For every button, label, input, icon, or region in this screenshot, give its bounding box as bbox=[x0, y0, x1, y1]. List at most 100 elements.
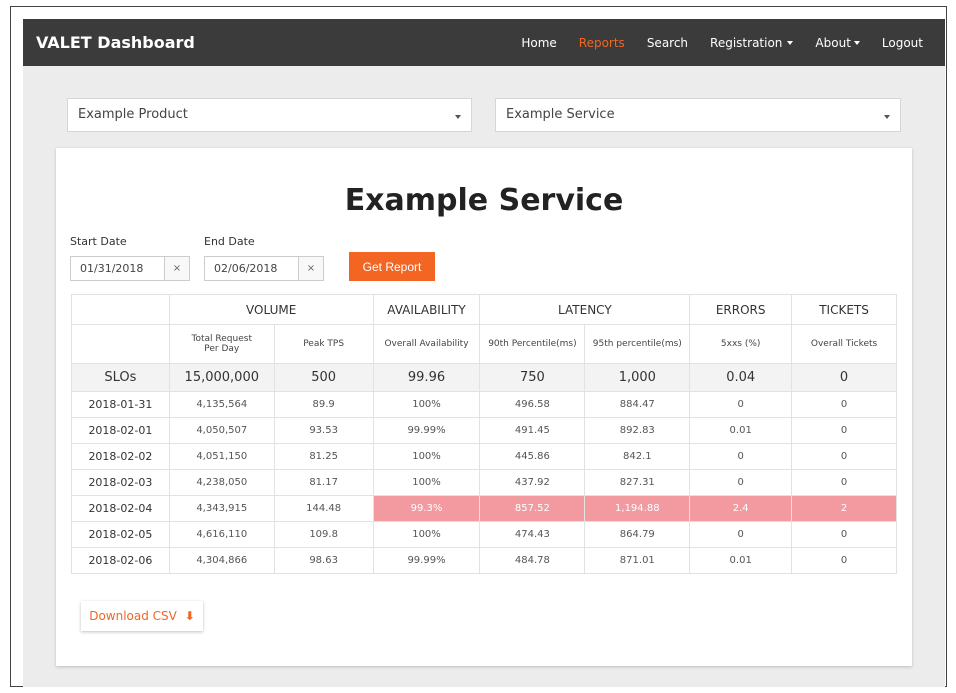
table-row: 2018-02-03 4,238,050 81.17 100% 437.92 8… bbox=[71, 469, 897, 496]
table-cell: 2018-02-06 bbox=[71, 547, 170, 574]
table-cell: 484.78 bbox=[479, 547, 586, 574]
table-cell: 100% bbox=[372, 443, 481, 470]
column-header-row: Total Request Per Day Peak TPS Overall A… bbox=[71, 324, 897, 364]
nav-about-label: About bbox=[815, 35, 851, 50]
table-cell: 445.86 bbox=[479, 443, 586, 470]
nav-logout[interactable]: Logout bbox=[882, 36, 923, 50]
nav-home[interactable]: Home bbox=[521, 36, 556, 50]
table-cell: 109.8 bbox=[273, 521, 374, 548]
violation-cell: 2 bbox=[791, 495, 897, 522]
chevron-down-icon bbox=[455, 115, 461, 119]
download-csv-button[interactable]: Download CSV ⬇ bbox=[81, 601, 203, 631]
table-cell: 98.63 bbox=[273, 547, 374, 574]
table-cell: 437.92 bbox=[479, 469, 586, 496]
table-cell: 100% bbox=[372, 521, 481, 548]
table-cell: 750 bbox=[479, 363, 586, 392]
column-header: Peak TPS bbox=[273, 324, 374, 364]
navbar: VALET Dashboard Home Reports Search Regi… bbox=[23, 19, 945, 66]
product-select-value: Example Product bbox=[78, 107, 188, 122]
table-cell: 4,238,050 bbox=[168, 469, 275, 496]
table-cell: 0.01 bbox=[689, 417, 793, 444]
table-cell: 100% bbox=[372, 469, 481, 496]
table-cell: 2018-02-05 bbox=[71, 521, 170, 548]
table-cell: 0 bbox=[689, 469, 793, 496]
product-select[interactable]: Example Product bbox=[67, 98, 472, 132]
table-cell: 0.01 bbox=[689, 547, 793, 574]
nav-registration-label: Registration bbox=[710, 35, 783, 50]
table-cell: 0 bbox=[791, 547, 897, 574]
table-cell: 99.96 bbox=[372, 363, 481, 392]
end-date-label: End Date bbox=[204, 235, 255, 248]
group-header: AVAILABILITY bbox=[372, 294, 481, 325]
table-cell: 0 bbox=[689, 391, 793, 418]
table-cell: 1,000 bbox=[584, 363, 691, 392]
table-cell: 500 bbox=[273, 363, 374, 392]
table-cell: 0.04 bbox=[689, 363, 793, 392]
table-cell: 0 bbox=[791, 391, 897, 418]
table-cell: 144.48 bbox=[273, 495, 374, 522]
table-cell: 491.45 bbox=[479, 417, 586, 444]
table-row: 2018-02-06 4,304,866 98.63 99.99% 484.78… bbox=[71, 547, 897, 574]
end-date-clear-icon[interactable]: × bbox=[299, 256, 324, 281]
nav-search[interactable]: Search bbox=[647, 36, 688, 50]
table-cell: 892.83 bbox=[584, 417, 691, 444]
column-header: 5xxs (%) bbox=[689, 324, 793, 364]
nav-registration[interactable]: Registration bbox=[710, 35, 794, 50]
table-row: 2018-01-31 4,135,564 89.9 100% 496.58 88… bbox=[71, 391, 897, 418]
table-cell: 4,050,507 bbox=[168, 417, 275, 444]
table-cell: 100% bbox=[372, 391, 481, 418]
nav-reports[interactable]: Reports bbox=[579, 36, 625, 50]
app-brand[interactable]: VALET Dashboard bbox=[36, 33, 195, 52]
table-cell: 89.9 bbox=[273, 391, 374, 418]
chevron-down-icon bbox=[853, 41, 860, 45]
table-cell: 0 bbox=[689, 443, 793, 470]
start-date-input[interactable]: 01/31/2018 bbox=[70, 256, 165, 281]
table-cell: 99.99% bbox=[372, 547, 481, 574]
table-cell: 0 bbox=[791, 363, 897, 392]
nav-links: Home Reports Search Registration About L… bbox=[521, 19, 945, 66]
table-cell: SLOs bbox=[71, 363, 170, 392]
table-cell: 4,304,866 bbox=[168, 547, 275, 574]
slo-row: SLOs 15,000,000 500 99.96 750 1,000 0.04… bbox=[71, 363, 897, 392]
table-cell: 81.17 bbox=[273, 469, 374, 496]
chevron-down-icon bbox=[884, 115, 890, 119]
table-cell: 4,616,110 bbox=[168, 521, 275, 548]
violation-cell: 857.52 bbox=[479, 495, 586, 522]
table-cell: 864.79 bbox=[584, 521, 691, 548]
table-cell: 0 bbox=[791, 417, 897, 444]
column-header: Total Request Per Day bbox=[168, 324, 275, 364]
get-report-button[interactable]: Get Report bbox=[349, 252, 435, 281]
table-cell: 2018-02-04 bbox=[71, 495, 170, 522]
table-cell: 4,343,915 bbox=[168, 495, 275, 522]
table-cell: 0 bbox=[791, 443, 897, 470]
table-cell: 0 bbox=[791, 521, 897, 548]
service-select[interactable]: Example Service bbox=[495, 98, 901, 132]
download-arrow-icon: ⬇ bbox=[184, 609, 195, 623]
start-date-label: Start Date bbox=[70, 235, 127, 248]
table-cell: 0 bbox=[791, 469, 897, 496]
table-row-violation: 2018-02-04 4,343,915 144.48 99.3% 857.52… bbox=[71, 495, 897, 522]
start-date-clear-icon[interactable]: × bbox=[165, 256, 190, 281]
table-cell: 81.25 bbox=[273, 443, 374, 470]
table-cell: 2018-01-31 bbox=[71, 391, 170, 418]
column-header: Overall Availability bbox=[372, 324, 481, 364]
table-cell: 99.99% bbox=[372, 417, 481, 444]
report-card: Example Service Start Date 01/31/2018 × … bbox=[56, 148, 912, 666]
empty-header bbox=[71, 294, 170, 325]
table-cell: 884.47 bbox=[584, 391, 691, 418]
table-row: 2018-02-05 4,616,110 109.8 100% 474.43 8… bbox=[71, 521, 897, 548]
nav-about[interactable]: About bbox=[815, 35, 860, 50]
group-header-row: VOLUME AVAILABILITY LATENCY ERRORS TICKE… bbox=[71, 294, 897, 325]
table-cell: 4,051,150 bbox=[168, 443, 275, 470]
table-cell: 2018-02-02 bbox=[71, 443, 170, 470]
table-cell: 4,135,564 bbox=[168, 391, 275, 418]
group-header: TICKETS bbox=[791, 294, 897, 325]
download-csv-label: Download CSV bbox=[89, 609, 177, 623]
chevron-down-icon bbox=[787, 41, 794, 45]
table-cell: 496.58 bbox=[479, 391, 586, 418]
table-row: 2018-02-02 4,051,150 81.25 100% 445.86 8… bbox=[71, 443, 897, 470]
column-header: Overall Tickets bbox=[791, 324, 897, 364]
end-date-input[interactable]: 02/06/2018 bbox=[204, 256, 299, 281]
column-header: 95th percentile(ms) bbox=[584, 324, 691, 364]
group-header: VOLUME bbox=[168, 294, 374, 325]
